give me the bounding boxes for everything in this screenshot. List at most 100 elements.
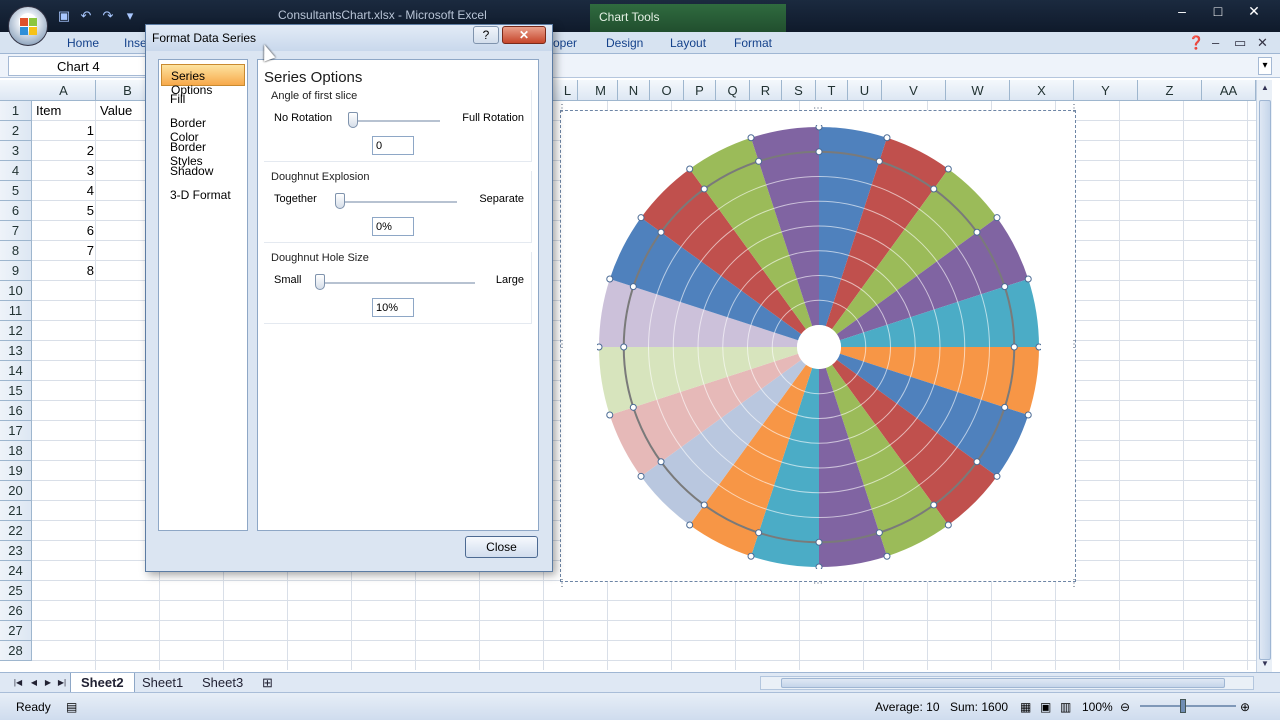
tab-design[interactable]: Design	[606, 36, 643, 50]
hole-size-slider[interactable]	[315, 274, 475, 290]
zoom-out-icon[interactable]: ⊖	[1120, 700, 1130, 714]
row-header-16[interactable]: 16	[0, 401, 32, 421]
row-header-3[interactable]: 3	[0, 141, 32, 161]
column-header-t[interactable]: T	[816, 80, 848, 101]
selection-handle[interactable]	[657, 458, 665, 466]
row-header-18[interactable]: 18	[0, 441, 32, 461]
resize-handle-bottom[interactable]: ⋯	[813, 578, 823, 589]
row-header-1[interactable]: 1	[0, 101, 32, 121]
selection-handle[interactable]	[657, 228, 665, 236]
row-header-9[interactable]: 9	[0, 261, 32, 281]
sheet-tab-sheet3[interactable]: Sheet3	[192, 673, 253, 692]
nav-3d-format[interactable]: 3-D Format	[161, 184, 245, 206]
column-header-l[interactable]: L	[558, 80, 578, 101]
redo-icon[interactable]: ↷	[100, 8, 116, 24]
selection-handle[interactable]	[747, 134, 755, 142]
selection-handle[interactable]	[973, 458, 981, 466]
row-header-23[interactable]: 23	[0, 541, 32, 561]
tab-developer[interactable]: oper	[553, 36, 577, 50]
vertical-scroll-thumb[interactable]	[1259, 100, 1271, 660]
ribbon-minimize-icon[interactable]: –	[1212, 35, 1219, 50]
customize-qat-icon[interactable]: ▾	[122, 8, 138, 24]
selection-handle[interactable]	[883, 134, 891, 142]
row-header-20[interactable]: 20	[0, 481, 32, 501]
column-header-a[interactable]: A	[32, 80, 96, 101]
resize-handle-top[interactable]: ⋯	[813, 103, 823, 114]
explosion-slider[interactable]	[335, 193, 457, 209]
selection-handle[interactable]	[620, 343, 628, 351]
prev-sheet-icon[interactable]: ◀	[28, 676, 40, 690]
selection-handle[interactable]	[1010, 343, 1018, 351]
ribbon-restore-icon[interactable]: ▭	[1234, 35, 1246, 51]
cell-item-2[interactable]: 2	[32, 141, 94, 161]
normal-view-icon[interactable]: ▦	[1020, 700, 1031, 714]
close-window-button[interactable]: ✕	[1236, 0, 1272, 22]
horizontal-scroll-thumb[interactable]	[781, 678, 1225, 688]
selection-handle[interactable]	[1024, 275, 1032, 283]
page-break-view-icon[interactable]: ▥	[1060, 700, 1071, 714]
cell-item-6[interactable]: 6	[32, 221, 94, 241]
last-sheet-icon[interactable]: ▶|	[56, 676, 68, 690]
column-header-p[interactable]: P	[684, 80, 716, 101]
selection-handle[interactable]	[637, 472, 645, 480]
zoom-slider-knob[interactable]	[1180, 699, 1186, 713]
row-header-22[interactable]: 22	[0, 521, 32, 541]
office-button[interactable]	[8, 6, 48, 46]
column-header-w[interactable]: W	[946, 80, 1010, 101]
selection-handle[interactable]	[700, 185, 708, 193]
horizontal-scrollbar[interactable]	[760, 676, 1254, 690]
vertical-scrollbar[interactable]: ▲ ▼	[1256, 80, 1272, 672]
selection-handle[interactable]	[606, 411, 614, 419]
selection-handle[interactable]	[1001, 403, 1009, 411]
selection-handle[interactable]	[815, 148, 823, 156]
selection-handle[interactable]	[973, 228, 981, 236]
nav-border-color[interactable]: Border Color	[161, 112, 245, 144]
row-header-11[interactable]: 11	[0, 301, 32, 321]
zoom-level[interactable]: 100%	[1082, 700, 1113, 714]
row-header-27[interactable]: 27	[0, 621, 32, 641]
cell-header-value[interactable]: Value	[100, 101, 132, 121]
nav-series-options[interactable]: Series Options	[161, 64, 245, 97]
row-header-10[interactable]: 10	[0, 281, 32, 301]
selection-handle[interactable]	[755, 157, 763, 165]
column-header-r[interactable]: R	[750, 80, 782, 101]
tab-layout[interactable]: Layout	[670, 36, 706, 50]
nav-shadow[interactable]: Shadow	[161, 160, 245, 182]
name-box[interactable]: Chart 4	[8, 56, 146, 76]
row-header-13[interactable]: 13	[0, 341, 32, 361]
zoom-in-icon[interactable]: ⊕	[1240, 700, 1250, 714]
nav-fill[interactable]: Fill	[161, 88, 245, 110]
tab-insert[interactable]: Inse	[124, 36, 147, 50]
row-header-5[interactable]: 5	[0, 181, 32, 201]
maximize-button[interactable]: □	[1200, 0, 1236, 22]
row-header-14[interactable]: 14	[0, 361, 32, 381]
scroll-up-icon[interactable]: ▲	[1257, 80, 1273, 96]
angle-slider[interactable]	[348, 112, 440, 128]
selection-handle[interactable]	[993, 214, 1001, 222]
explosion-slider-thumb[interactable]	[335, 193, 345, 209]
explosion-input[interactable]: 0%	[372, 217, 414, 236]
resize-handle-bl[interactable]: ⋮	[557, 578, 567, 589]
help-icon[interactable]: ❓	[1188, 35, 1204, 51]
row-header-12[interactable]: 12	[0, 321, 32, 341]
sheet-tab-sheet2[interactable]: Sheet2	[70, 673, 135, 692]
nav-border-styles[interactable]: Border Styles	[161, 136, 245, 168]
resize-handle-br[interactable]: ⋮	[1069, 578, 1079, 589]
column-header-y[interactable]: Y	[1074, 80, 1138, 101]
ribbon-close-icon[interactable]: ✕	[1257, 35, 1268, 51]
hole-size-slider-thumb[interactable]	[315, 274, 325, 290]
column-header-o[interactable]: O	[650, 80, 684, 101]
selection-handle[interactable]	[629, 403, 637, 411]
next-sheet-icon[interactable]: ▶	[42, 676, 54, 690]
selection-handle[interactable]	[1024, 411, 1032, 419]
column-header-n[interactable]: N	[618, 80, 650, 101]
row-header-17[interactable]: 17	[0, 421, 32, 441]
selection-handle[interactable]	[1001, 283, 1009, 291]
selection-handle[interactable]	[755, 529, 763, 537]
resize-handle-left[interactable]: ⋮	[557, 339, 567, 350]
row-header-25[interactable]: 25	[0, 581, 32, 601]
selection-handle[interactable]	[875, 529, 883, 537]
minimize-button[interactable]: –	[1164, 0, 1200, 22]
row-header-7[interactable]: 7	[0, 221, 32, 241]
resize-handle-right[interactable]: ⋮	[1069, 339, 1079, 350]
